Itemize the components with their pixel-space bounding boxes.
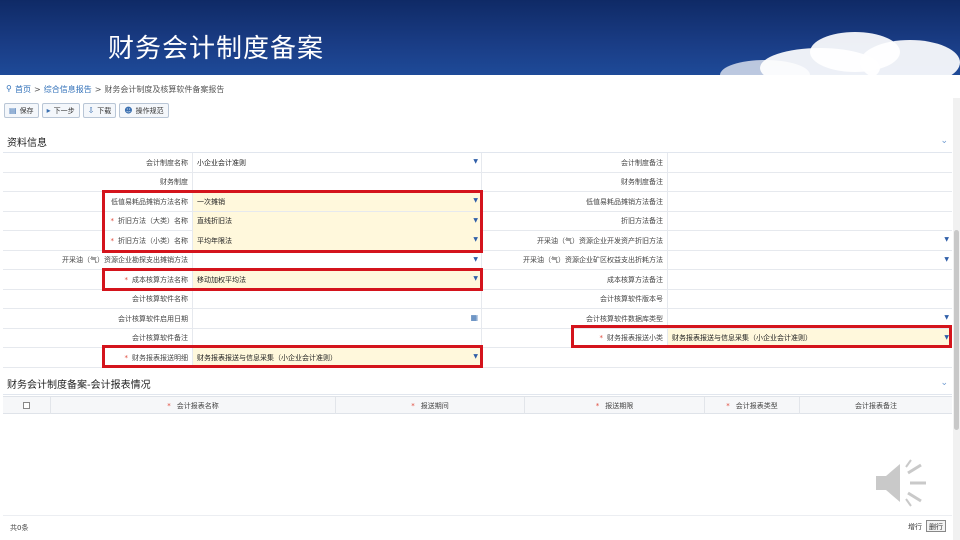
- section-header-reports[interactable]: 财务会计制度备案-会计报表情况 ⌄: [3, 373, 952, 395]
- column-header-text: 会计报表备注: [855, 401, 897, 410]
- select-all-cell: [3, 397, 50, 414]
- location-pin-icon: ⚲: [6, 84, 12, 93]
- dropdown-arrow-icon: ▼: [944, 236, 949, 243]
- field-label: 财务制度: [160, 178, 188, 186]
- field-label: 会计核算软件启用日期: [118, 314, 188, 323]
- sound-wave: [905, 459, 912, 468]
- column-header[interactable]: * 会计报表类型: [704, 397, 799, 414]
- column-header[interactable]: 会计报表备注: [799, 397, 952, 414]
- operation-guide-button[interactable]: ☻ 操作规范: [119, 103, 169, 118]
- slide-banner: 财务会计制度备案: [0, 0, 960, 75]
- field-label: 开采油（气）资源企业矿区权益支出折耗方法: [481, 250, 667, 270]
- section-header-info[interactable]: 资料信息 ⌄: [3, 131, 952, 153]
- field-label: 会计制度名称: [146, 158, 188, 167]
- form-row: 会计核算软件名称 会计核算软件版本号: [3, 289, 952, 309]
- select-field[interactable]: ▼: [667, 250, 952, 270]
- column-header[interactable]: * 会计报表名称: [50, 397, 335, 414]
- calendar-icon[interactable]: ▦: [470, 313, 478, 322]
- save-button-label: 保存: [19, 106, 34, 115]
- date-field[interactable]: ▦: [192, 309, 481, 328]
- breadcrumb-section[interactable]: 综合信息报告: [44, 84, 92, 95]
- select-field[interactable]: ▼: [667, 231, 952, 250]
- field-label: 会计核算软件版本号: [481, 289, 667, 309]
- next-step-button[interactable]: ▸ 下一步: [41, 103, 80, 118]
- text-field[interactable]: [667, 211, 952, 231]
- text-field[interactable]: [667, 153, 952, 172]
- highlight-box: [571, 325, 952, 348]
- column-header-text: 会计报表名称: [176, 401, 219, 410]
- column-header-text: 报送期限: [605, 401, 634, 410]
- breadcrumb-separator: >: [34, 84, 41, 94]
- required-asterisk: *: [167, 401, 171, 410]
- breadcrumb: ⚲ 首页 > 综合信息报告 > 财务会计制度及核算软件备案报告: [6, 82, 224, 96]
- sound-wave: [907, 491, 922, 503]
- download-button-label: 下载: [97, 106, 112, 115]
- form-row: 会计制度名称 小企业会计准则 ▼ 会计制度备注: [3, 153, 952, 173]
- text-field[interactable]: [667, 289, 952, 309]
- field-label: 成本核算方法备注: [481, 270, 667, 289]
- table-body: [3, 414, 952, 516]
- save-icon: ▤: [9, 106, 17, 115]
- users-icon: ☻: [124, 106, 133, 115]
- field-label: 折旧方法备注: [481, 211, 667, 231]
- field-label: 会计制度备注: [481, 153, 667, 172]
- field-label: 财务制度备注: [481, 172, 667, 192]
- breadcrumb-current: 财务会计制度及核算软件备案报告: [104, 84, 225, 94]
- required-asterisk: *: [726, 401, 730, 410]
- scrollbar-thumb[interactable]: [954, 230, 959, 430]
- slide-title: 财务会计制度备案: [108, 34, 325, 64]
- select-value: 小企业会计准则: [197, 158, 246, 167]
- save-button[interactable]: ▤ 保存: [4, 103, 39, 118]
- column-header[interactable]: * 报送期限: [524, 397, 704, 414]
- text-field[interactable]: [667, 270, 952, 289]
- text-field[interactable]: [667, 192, 952, 211]
- breadcrumb-home[interactable]: 首页: [15, 84, 31, 95]
- field-label: 会计核算软件名称: [132, 295, 188, 303]
- select-field[interactable]: ▼: [192, 250, 481, 270]
- text-field[interactable]: [192, 289, 481, 309]
- dropdown-arrow-icon: ▼: [944, 314, 949, 321]
- section-title: 资料信息: [7, 138, 47, 149]
- column-header[interactable]: * 报送期间: [335, 397, 524, 414]
- text-field[interactable]: [667, 172, 952, 192]
- field-label: 开采油（气）资源企业勘探支出摊销方法: [62, 256, 188, 264]
- table-header: * 会计报表名称 * 报送期间 * 报送期限 * 会计报表类型 会计报表备注: [3, 396, 952, 414]
- speaker-body: [876, 464, 900, 502]
- required-asterisk: *: [411, 401, 415, 410]
- select-all-checkbox[interactable]: [23, 402, 30, 409]
- chevron-down-icon[interactable]: ⌄: [940, 136, 948, 146]
- toolbar: ▤ 保存 ▸ 下一步 ⇩ 下载 ☻ 操作规范: [4, 103, 169, 119]
- cloud-shape: [860, 40, 960, 75]
- accounting-system-select[interactable]: 小企业会计准则 ▼: [192, 153, 481, 172]
- sound-wave: [907, 463, 922, 475]
- next-step-button-label: 下一步: [53, 106, 75, 115]
- breadcrumb-separator: >: [94, 84, 102, 94]
- play-icon: ▸: [46, 106, 51, 115]
- slide: 财务会计制度备案 ⚲ 首页 > 综合信息报告 > 财务会计制度及核算软件备案报告…: [0, 0, 960, 540]
- operation-guide-button-label: 操作规范: [135, 106, 164, 115]
- field-label: 开采油（气）资源企业开发资产折旧方法: [481, 231, 667, 250]
- highlight-box: [102, 268, 483, 291]
- speaker-icon[interactable]: [874, 458, 934, 508]
- required-asterisk: *: [595, 401, 600, 410]
- text-field[interactable]: [192, 172, 481, 192]
- section-title: 财务会计制度备案-会计报表情况: [7, 380, 151, 391]
- chevron-down-icon[interactable]: ⌄: [940, 378, 948, 388]
- highlight-box: [102, 345, 483, 368]
- delete-row-button[interactable]: 删行: [926, 520, 946, 532]
- dropdown-arrow-icon: ▼: [473, 158, 478, 165]
- column-header-text: 报送期间: [420, 401, 449, 410]
- field-label: 低值易耗品摊销方法备注: [481, 192, 667, 211]
- dropdown-arrow-icon: ▼: [473, 255, 478, 263]
- sound-wave: [905, 498, 912, 507]
- download-icon: ⇩: [87, 106, 95, 115]
- highlight-box: [102, 190, 483, 253]
- dropdown-arrow-icon: ▼: [944, 255, 949, 263]
- column-header-text: 会计报表类型: [735, 401, 778, 410]
- download-button[interactable]: ⇩ 下载: [82, 103, 117, 118]
- record-count: 共0条: [10, 524, 29, 532]
- add-row-button[interactable]: 增行: [908, 522, 922, 532]
